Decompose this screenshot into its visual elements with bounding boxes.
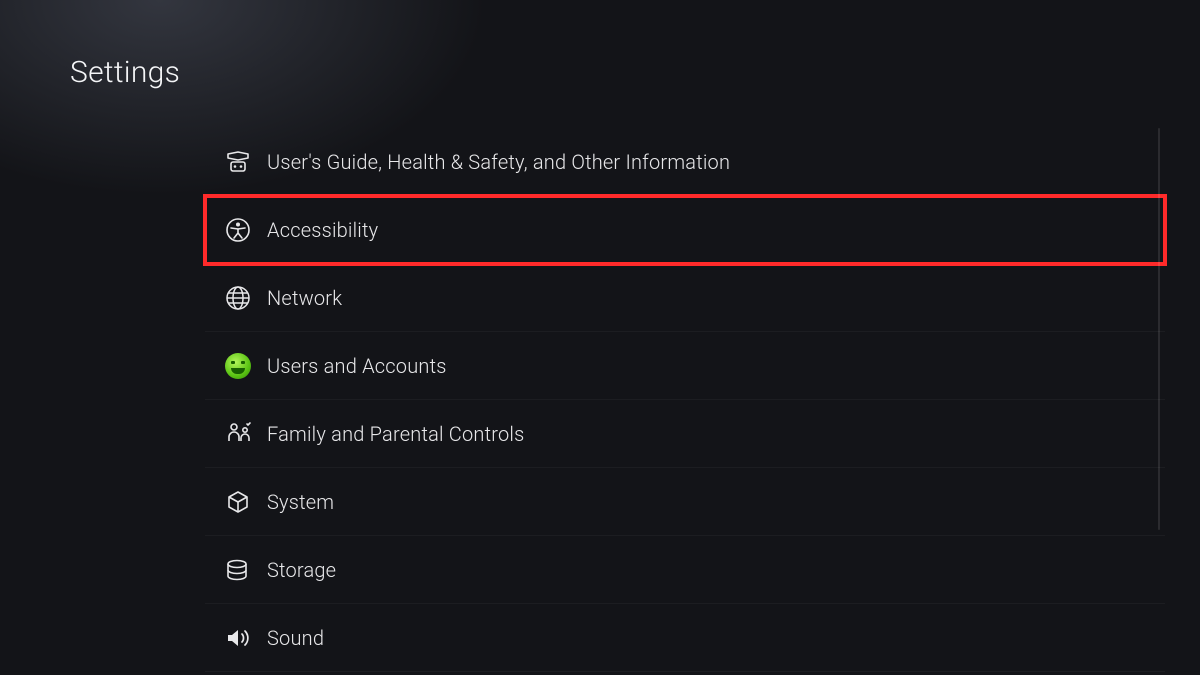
storage-icon xyxy=(225,556,267,584)
settings-item-label: User's Guide, Health & Safety, and Other… xyxy=(267,150,730,174)
settings-item-family[interactable]: Family and Parental Controls xyxy=(205,400,1165,468)
sound-icon xyxy=(225,624,267,652)
settings-item-users[interactable]: Users and Accounts xyxy=(205,332,1165,400)
settings-item-system[interactable]: System xyxy=(205,468,1165,536)
settings-item-label: Accessibility xyxy=(267,218,378,242)
settings-item-label: Sound xyxy=(267,626,324,650)
network-icon xyxy=(225,284,267,312)
accessibility-icon xyxy=(225,216,267,244)
settings-item-storage[interactable]: Storage xyxy=(205,536,1165,604)
page-title: Settings xyxy=(70,55,180,90)
settings-item-label: Network xyxy=(267,286,342,310)
settings-item-sound[interactable]: Sound xyxy=(205,604,1165,672)
settings-item-label: Family and Parental Controls xyxy=(267,422,524,446)
family-icon xyxy=(225,420,267,448)
settings-item-label: Storage xyxy=(267,558,336,582)
guide-icon xyxy=(225,148,267,176)
system-icon xyxy=(225,488,267,516)
scrollbar[interactable] xyxy=(1158,128,1160,530)
settings-item-guide[interactable]: User's Guide, Health & Safety, and Other… xyxy=(205,128,1165,196)
settings-list: User's Guide, Health & Safety, and Other… xyxy=(205,128,1165,672)
settings-item-label: Users and Accounts xyxy=(267,354,447,378)
avatar-icon xyxy=(225,352,267,380)
settings-item-label: System xyxy=(267,490,334,514)
settings-item-network[interactable]: Network xyxy=(205,264,1165,332)
settings-item-accessibility[interactable]: Accessibility xyxy=(205,196,1165,264)
